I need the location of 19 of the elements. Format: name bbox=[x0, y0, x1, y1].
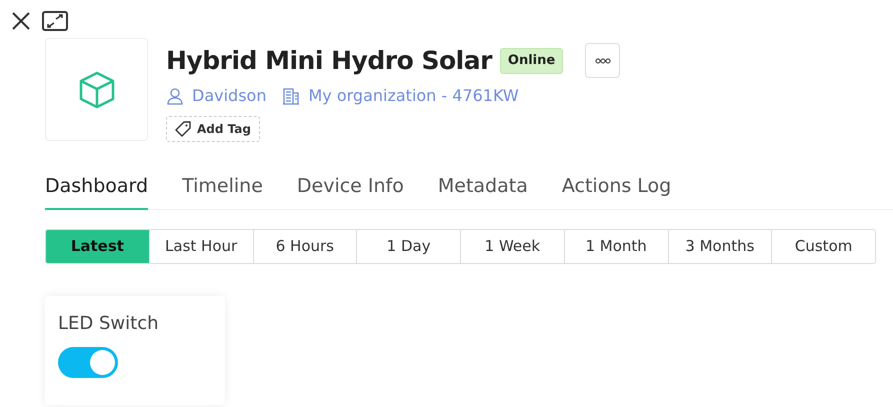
more-button[interactable] bbox=[585, 43, 620, 78]
widget-title: LED Switch bbox=[58, 312, 160, 336]
time-range-button[interactable]: Custom bbox=[771, 230, 875, 263]
status-badge: Online bbox=[500, 48, 564, 74]
building-icon bbox=[282, 86, 300, 104]
tab[interactable]: Metadata bbox=[438, 172, 528, 210]
collapse-icon[interactable] bbox=[42, 10, 68, 32]
more-icon bbox=[594, 58, 611, 64]
time-range-button[interactable]: Latest bbox=[46, 230, 149, 263]
tab[interactable]: Dashboard bbox=[45, 172, 148, 210]
tag-icon bbox=[175, 120, 191, 136]
user-icon bbox=[166, 86, 184, 104]
tab[interactable]: Device Info bbox=[296, 172, 404, 210]
toggle-switch[interactable] bbox=[58, 347, 118, 378]
tab[interactable]: Actions Log bbox=[562, 172, 672, 210]
close-icon[interactable] bbox=[10, 10, 32, 32]
tab[interactable]: Timeline bbox=[182, 172, 263, 210]
device-title: Hybrid Mini Hydro Solar bbox=[166, 45, 492, 77]
add-tag-button[interactable]: Add Tag bbox=[166, 116, 260, 142]
